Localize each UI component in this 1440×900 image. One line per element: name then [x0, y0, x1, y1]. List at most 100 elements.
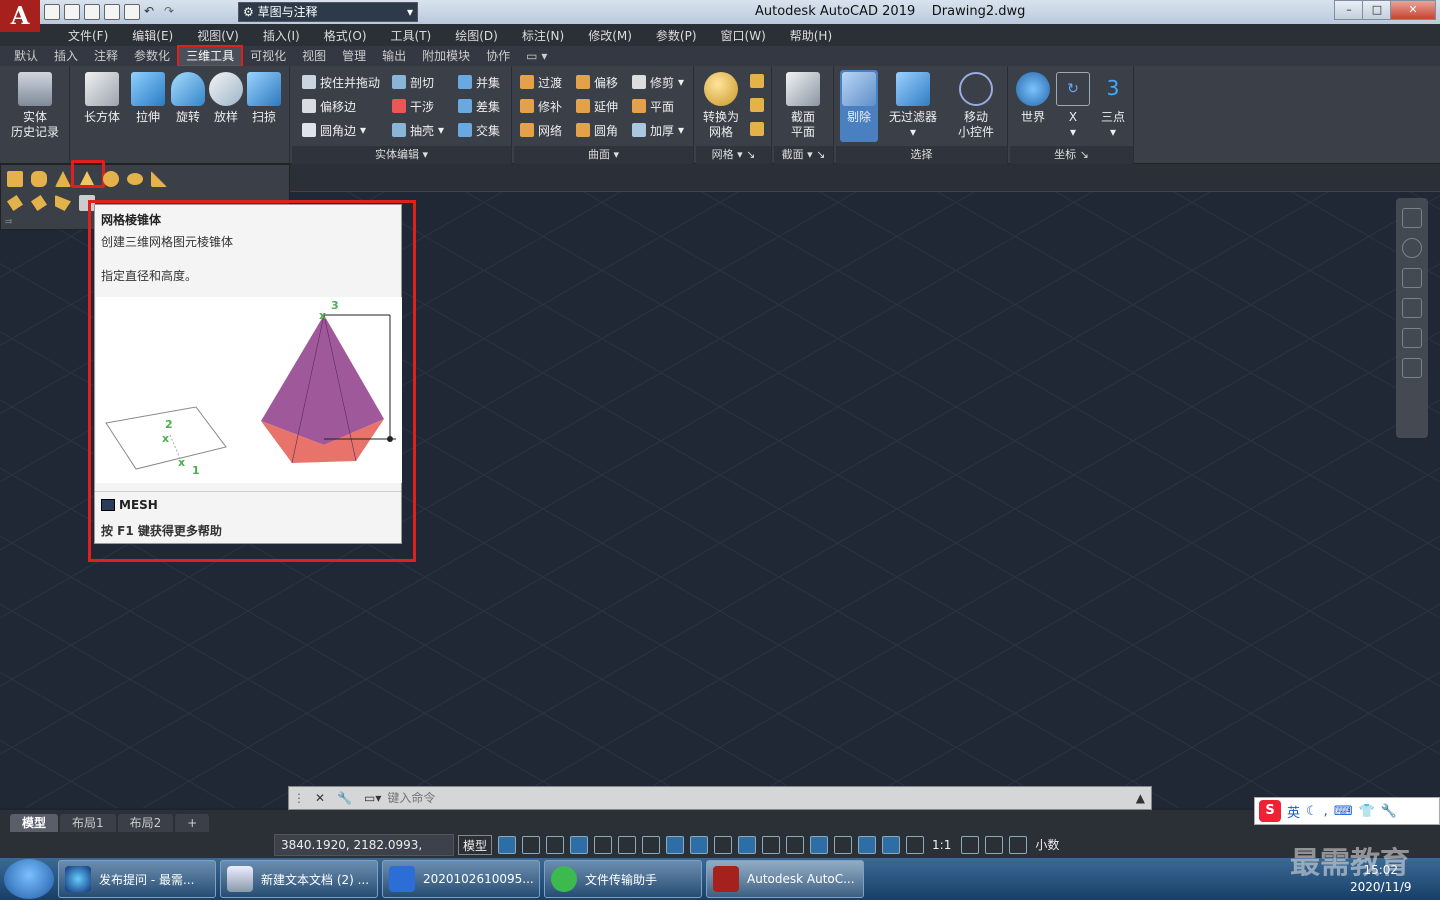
mesh-panel-title[interactable]: 网格 ▾ ↘ — [696, 146, 771, 164]
surface-extend-button[interactable]: 延伸 — [576, 96, 618, 116]
taskbar-item-document[interactable]: 2020102610095... — [382, 860, 540, 898]
section-plane-button[interactable]: 截面 平面 — [780, 72, 826, 140]
tab-output[interactable]: 输出 — [374, 46, 414, 66]
auto-scale-icon[interactable] — [906, 836, 925, 854]
menu-view[interactable]: 视图(V) — [185, 27, 251, 44]
history-button[interactable]: 实体 历史记录 — [6, 72, 64, 140]
polar-icon[interactable] — [618, 836, 637, 854]
dynamic-input-icon[interactable] — [570, 836, 589, 854]
command-input[interactable] — [387, 788, 1136, 808]
menu-tools[interactable]: 工具(T) — [379, 27, 444, 44]
surface-trim-button[interactable]: 修剪 ▾ — [632, 72, 684, 92]
autocad-logo[interactable]: A — [0, 0, 40, 32]
solid-editing-panel-title[interactable]: 实体编辑 ▾ — [292, 146, 511, 164]
taskbar-item-notepad[interactable]: 新建文本文档 (2) ... — [220, 860, 378, 898]
taskbar-item-autocad[interactable]: Autodesk AutoC... — [706, 860, 864, 898]
tab-3d-tools[interactable]: 三维工具 — [177, 45, 244, 67]
maximize-button[interactable]: □ — [1362, 0, 1392, 20]
plus-icon[interactable] — [985, 836, 1004, 854]
union-button[interactable]: 并集 — [458, 72, 500, 92]
patch-button[interactable]: 修补 — [520, 96, 562, 116]
viewcube-icon[interactable] — [1402, 208, 1422, 228]
steering-wheel-icon[interactable] — [1402, 238, 1422, 258]
selection-cycling-icon[interactable] — [762, 836, 781, 854]
toolbar-grip-icon[interactable]: ⫤ — [5, 217, 12, 227]
wrench-icon[interactable]: 🔧 — [1381, 804, 1397, 819]
wrench-icon[interactable]: 🔧 — [337, 791, 352, 805]
taskbar-item-wechat[interactable]: 文件传输助手 — [544, 860, 702, 898]
section-panel-title[interactable]: 截面 ▾ ↘ — [774, 146, 833, 164]
shell-button[interactable]: 抽壳 ▾ — [392, 120, 444, 140]
mesh-refine-icon[interactable] — [750, 98, 764, 112]
loft-button[interactable]: 放样 — [208, 72, 244, 125]
save-icon[interactable] — [84, 4, 100, 20]
command-history-icon[interactable]: ▲ — [1136, 791, 1145, 805]
ucs-x-button[interactable]: ↻ X ▾ — [1054, 72, 1092, 140]
keyboard-icon[interactable]: ⌨ — [1334, 804, 1353, 819]
menu-dimension[interactable]: 标注(N) — [510, 27, 576, 44]
revolved-mesh-icon[interactable] — [7, 195, 23, 211]
zoom-icon[interactable] — [1402, 298, 1422, 318]
offset-edge-button[interactable]: 偏移边 — [302, 96, 356, 116]
gear-icon[interactable] — [961, 836, 980, 854]
tab-addins[interactable]: 附加模块 — [414, 46, 478, 66]
start-button[interactable] — [4, 859, 54, 899]
grip-icon[interactable]: ⋮ — [293, 791, 305, 805]
command-prompt-icon[interactable]: ▭▾ — [364, 791, 381, 805]
mesh-cylinder-icon[interactable] — [31, 171, 47, 187]
edge-mesh-icon[interactable] — [31, 195, 47, 211]
network-button[interactable]: 网络 — [520, 120, 562, 140]
mesh-box-icon[interactable] — [7, 171, 23, 187]
sogou-logo-icon[interactable]: S — [1259, 800, 1281, 822]
coordinates-panel-title[interactable]: 坐标 ↘ — [1010, 146, 1133, 164]
menu-parametric[interactable]: 参数(P) — [644, 27, 709, 44]
intersect-button[interactable]: 交集 — [458, 120, 500, 140]
moon-icon[interactable]: ☾ — [1306, 804, 1318, 819]
tabulated-mesh-icon[interactable] — [79, 195, 95, 211]
open-icon[interactable] — [64, 4, 80, 20]
mesh-wedge-icon[interactable] — [151, 171, 167, 187]
revolve-button[interactable]: 旋转 — [170, 72, 206, 125]
surface-offset-button[interactable]: 偏移 — [576, 72, 618, 92]
units-icon[interactable] — [1009, 836, 1028, 854]
ucs-world-button[interactable]: 世界 — [1014, 72, 1052, 125]
mesh-add-icon[interactable] — [750, 74, 764, 88]
interfere-button[interactable]: 干涉 — [392, 96, 434, 116]
menu-help[interactable]: 帮助(H) — [778, 27, 844, 44]
tab-annotate[interactable]: 注释 — [86, 46, 126, 66]
box-button[interactable]: 长方体 — [82, 72, 122, 125]
ortho-icon[interactable] — [594, 836, 613, 854]
fillet-edge-button[interactable]: 圆角边 ▾ — [302, 120, 366, 140]
sweep-button[interactable]: 扫掠 — [246, 72, 282, 125]
planar-button[interactable]: 平面 — [632, 96, 674, 116]
lineweight-icon[interactable] — [714, 836, 733, 854]
subtract-button[interactable]: 差集 — [458, 96, 500, 116]
move-gizmo-button[interactable]: 移动 小控件 — [948, 72, 1004, 140]
mesh-cone-icon[interactable] — [55, 171, 71, 187]
menu-window[interactable]: 窗口(W) — [709, 27, 778, 44]
orbit-icon[interactable] — [1402, 328, 1422, 348]
undo-icon[interactable]: ↶ — [144, 4, 160, 20]
culling-button[interactable]: 剔除 — [840, 70, 878, 142]
blend-button[interactable]: 过渡 — [520, 72, 562, 92]
no-filter-button[interactable]: 无过滤器 ▾ — [884, 72, 942, 140]
save-as-icon[interactable] — [104, 4, 120, 20]
workspace-selector[interactable]: ⚙ 草图与注释 ▾ — [238, 2, 418, 22]
punctuation-icon[interactable]: , — [1324, 804, 1328, 819]
close-icon[interactable]: ✕ — [315, 791, 325, 805]
menu-edit[interactable]: 编辑(E) — [120, 27, 185, 44]
extrude-button[interactable]: 拉伸 — [130, 72, 166, 125]
tab-layout2[interactable]: 布局2 — [117, 814, 174, 832]
3d-osnap-icon[interactable] — [786, 836, 805, 854]
slice-button[interactable]: 剖切 — [392, 72, 434, 92]
mesh-sphere-icon[interactable] — [103, 171, 119, 187]
menu-format[interactable]: 格式(O) — [312, 27, 379, 44]
minimize-button[interactable]: – — [1334, 0, 1364, 20]
ruled-mesh-icon[interactable] — [55, 195, 71, 211]
new-icon[interactable] — [44, 4, 60, 20]
menu-draw[interactable]: 绘图(D) — [443, 27, 510, 44]
infer-constraints-icon[interactable] — [546, 836, 565, 854]
tab-model[interactable]: 模型 — [10, 814, 59, 832]
model-space-button[interactable]: 模型 — [458, 835, 493, 855]
ime-mode[interactable]: 英 — [1287, 802, 1300, 821]
